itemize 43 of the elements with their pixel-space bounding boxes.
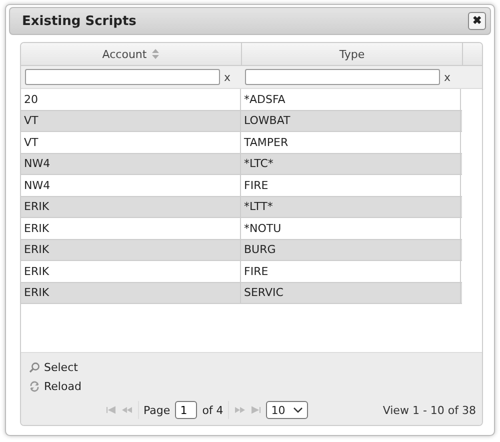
page-number-field[interactable]: 1 bbox=[175, 401, 198, 419]
column-header[interactable]: Account bbox=[21, 43, 242, 65]
table-cell: VT bbox=[21, 132, 241, 152]
toolbar-button[interactable]: Reload bbox=[29, 380, 82, 393]
table-cell: ERIK bbox=[21, 196, 241, 217]
sort-icon bbox=[150, 48, 160, 60]
table-cell: 20 bbox=[21, 89, 241, 110]
page-count: of 4 bbox=[202, 404, 224, 416]
table-cell: ERIK bbox=[21, 282, 241, 303]
page-label: Page bbox=[144, 404, 170, 416]
last-page-icon[interactable] bbox=[251, 406, 262, 414]
table-cell: *LTT* bbox=[241, 196, 461, 217]
table-cell: VT bbox=[21, 110, 241, 131]
chevron-down-icon bbox=[293, 407, 304, 413]
table-cell: ERIK bbox=[21, 218, 241, 238]
table-cell: NW4 bbox=[21, 175, 241, 196]
table-cell: LOWBAT bbox=[241, 110, 461, 131]
table-cell: NW4 bbox=[21, 154, 241, 174]
reload-icon bbox=[29, 381, 40, 392]
table-cell: ERIK bbox=[21, 261, 241, 282]
toolbar-button[interactable]: Select bbox=[29, 361, 78, 374]
table-cell: ERIK bbox=[21, 240, 241, 260]
table-cell: *NOTU bbox=[241, 218, 461, 238]
table-cell: BURG bbox=[241, 240, 461, 260]
filter-field[interactable] bbox=[25, 69, 220, 85]
clear-filter-link[interactable]: x bbox=[444, 70, 451, 84]
dialog-title: Existing Scripts bbox=[22, 14, 136, 28]
table-cell: TAMPER bbox=[241, 132, 461, 152]
previous-page-icon[interactable] bbox=[120, 406, 133, 414]
table-cell: FIRE bbox=[241, 261, 461, 282]
filter-field[interactable] bbox=[245, 69, 440, 85]
first-page-icon[interactable] bbox=[106, 406, 116, 414]
next-page-icon[interactable] bbox=[234, 406, 246, 414]
record-count: View 1 - 10 of 38 bbox=[382, 404, 476, 416]
table-cell: SERVIC bbox=[241, 282, 461, 303]
clear-filter-link[interactable]: x bbox=[224, 70, 231, 84]
table-cell: *LTC* bbox=[241, 154, 461, 174]
table-cell: FIRE bbox=[241, 175, 461, 196]
close-button[interactable]: ✖ bbox=[468, 12, 486, 30]
column-header[interactable]: Type bbox=[242, 43, 463, 65]
search-icon bbox=[29, 362, 40, 373]
page-size-dropdown[interactable]: 10 bbox=[266, 401, 308, 419]
table-cell: *ADSFA bbox=[241, 89, 461, 110]
